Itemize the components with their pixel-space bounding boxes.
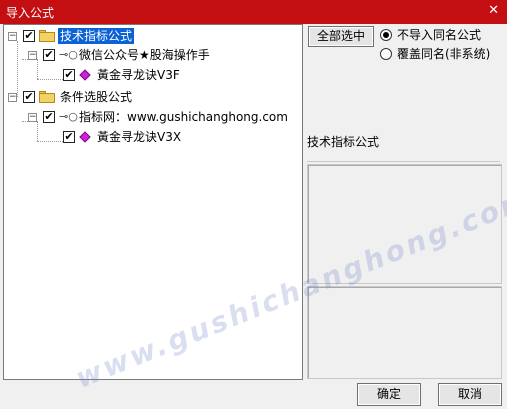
radio-button[interactable] <box>380 48 392 60</box>
checkbox[interactable]: ✔ <box>23 91 35 103</box>
close-icon[interactable]: ✕ <box>488 3 499 18</box>
collapse-icon[interactable]: − <box>8 32 17 41</box>
window-title: 导入公式 <box>6 6 55 20</box>
formula-tree[interactable]: − ✔ 技术指标公式 − ✔ ⊸○ 微信公众号★股海操作手 ✔ 黃金寻龙诀V3F… <box>3 24 303 380</box>
tree-node-label[interactable]: 条件选股公式 <box>58 89 134 105</box>
formula-gem-icon <box>79 69 91 81</box>
tree-node-formula-v3x[interactable]: ✔ 黃金寻龙诀V3X <box>4 129 302 147</box>
tree-node-label[interactable]: 黃金寻龙诀V3X <box>95 129 183 145</box>
tree-node-indicator-site[interactable]: − ✔ ⊸○ 指标网：www.gushichanghong.com <box>4 109 302 127</box>
tree-node-screening-formulas[interactable]: − ✔ 条件选股公式 <box>4 89 302 107</box>
checkbox[interactable]: ✔ <box>63 131 75 143</box>
collapse-icon[interactable]: − <box>8 93 17 102</box>
radio-label[interactable]: 覆盖同名(非系统) <box>397 46 490 62</box>
tree-node-label[interactable]: 微信公众号★股海操作手 <box>77 47 212 63</box>
radio-button[interactable] <box>380 29 392 41</box>
formula-gem-icon <box>79 131 91 143</box>
tree-node-label[interactable]: 指标网：www.gushichanghong.com <box>77 109 290 125</box>
collapse-icon[interactable]: − <box>28 51 37 60</box>
folder-icon <box>39 30 55 42</box>
formula-description-panel <box>307 164 502 284</box>
key-icon: ⊸○ <box>59 110 78 123</box>
cancel-button[interactable]: 取消 <box>438 383 502 406</box>
checkbox[interactable]: ✔ <box>43 111 55 123</box>
tree-node-technical-formulas[interactable]: − ✔ 技术指标公式 <box>4 28 302 46</box>
title-bar: 导入公式 ✕ <box>0 0 507 24</box>
tree-node-formula-v3f[interactable]: ✔ 黃金寻龙诀V3F <box>4 67 302 85</box>
type-info-box <box>307 150 500 162</box>
tree-node-wechat-author[interactable]: − ✔ ⊸○ 微信公众号★股海操作手 <box>4 47 302 65</box>
checkbox[interactable]: ✔ <box>43 49 55 61</box>
radio-selected-dot <box>383 32 389 38</box>
tree-node-label[interactable]: 黃金寻龙诀V3F <box>95 67 182 83</box>
checkbox[interactable]: ✔ <box>23 30 35 42</box>
formula-type-label: 技术指标公式 <box>307 135 380 149</box>
tree-node-label[interactable]: 技术指标公式 <box>58 28 135 44</box>
collapse-icon[interactable]: − <box>28 113 37 122</box>
ok-button[interactable]: 确定 <box>357 383 421 406</box>
checkbox[interactable]: ✔ <box>63 69 75 81</box>
select-all-button[interactable]: 全部选中 <box>308 26 374 47</box>
key-icon: ⊸○ <box>59 48 78 61</box>
formula-params-panel <box>307 286 502 379</box>
radio-label[interactable]: 不导入同名公式 <box>397 27 481 43</box>
folder-icon <box>39 91 55 103</box>
